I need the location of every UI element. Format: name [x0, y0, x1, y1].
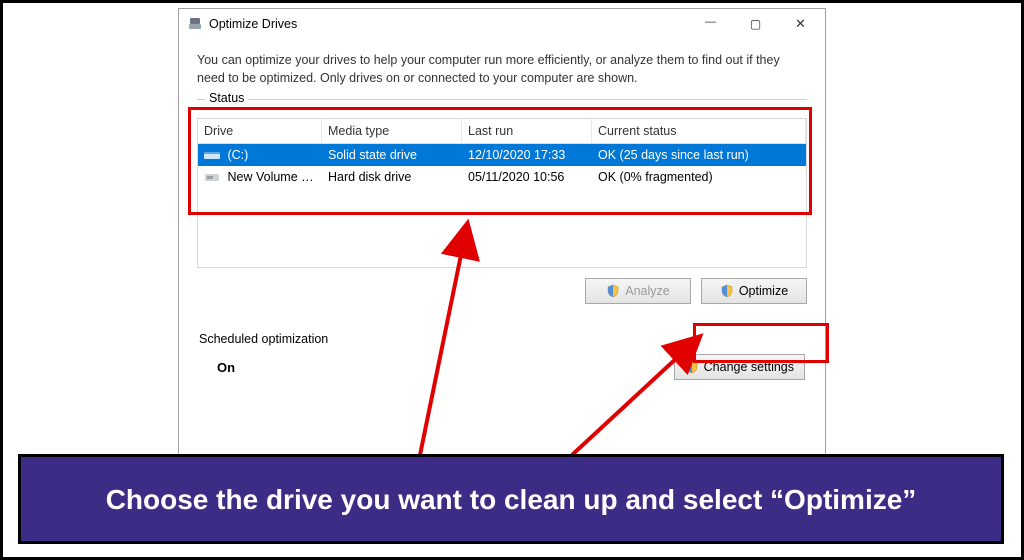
shield-icon [720, 284, 734, 298]
cell-current: OK (25 days since last run) [592, 144, 806, 166]
drives-table: Drive Media type Last run Current status… [197, 118, 807, 268]
col-drive[interactable]: Drive [198, 119, 322, 143]
col-current[interactable]: Current status [592, 119, 806, 143]
drive-icon [204, 149, 220, 161]
titlebar: Optimize Drives [179, 9, 825, 39]
description-text: You can optimize your drives to help you… [197, 51, 807, 87]
cell-last: 05/11/2020 10:56 [462, 166, 592, 188]
window-title: Optimize Drives [209, 17, 297, 31]
shield-icon [606, 284, 620, 298]
optimize-button[interactable]: Optimize [701, 278, 807, 304]
minimize-button[interactable] [688, 10, 733, 38]
col-media[interactable]: Media type [322, 119, 462, 143]
change-settings-button[interactable]: Change settings [674, 354, 805, 380]
window-body: You can optimize your drives to help you… [179, 39, 825, 390]
schedule-row: On Change settings [197, 354, 807, 380]
status-legend: Status [205, 91, 248, 105]
close-button[interactable] [778, 10, 823, 38]
scheduled-opt-label: Scheduled optimization [199, 332, 807, 346]
shield-icon [685, 360, 699, 374]
analyze-label: Analyze [625, 284, 669, 298]
optimize-label: Optimize [739, 284, 788, 298]
table-row[interactable]: (C:) Solid state drive 12/10/2020 17:33 … [198, 144, 806, 166]
cell-media: Solid state drive [322, 144, 462, 166]
drive-icon [204, 171, 220, 183]
maximize-button[interactable] [733, 10, 778, 38]
status-groupbox: Status [197, 99, 807, 110]
table-row[interactable]: New Volume (D:) Hard disk drive 05/11/20… [198, 166, 806, 188]
cell-media: Hard disk drive [322, 166, 462, 188]
change-settings-label: Change settings [704, 360, 794, 374]
cell-current: OK (0% fragmented) [592, 166, 806, 188]
instruction-banner: Choose the drive you want to clean up an… [18, 454, 1004, 544]
optimize-drives-window: Optimize Drives You can optimize your dr… [178, 8, 826, 473]
col-last[interactable]: Last run [462, 119, 592, 143]
cell-drive: (C:) [227, 148, 248, 162]
app-icon [187, 16, 203, 32]
analyze-button[interactable]: Analyze [585, 278, 691, 304]
table-header: Drive Media type Last run Current status [198, 119, 806, 144]
cell-last: 12/10/2020 17:33 [462, 144, 592, 166]
cell-drive: New Volume (D:) [227, 170, 321, 184]
schedule-state: On [217, 360, 235, 375]
action-buttons: Analyze Optimize [197, 278, 807, 304]
